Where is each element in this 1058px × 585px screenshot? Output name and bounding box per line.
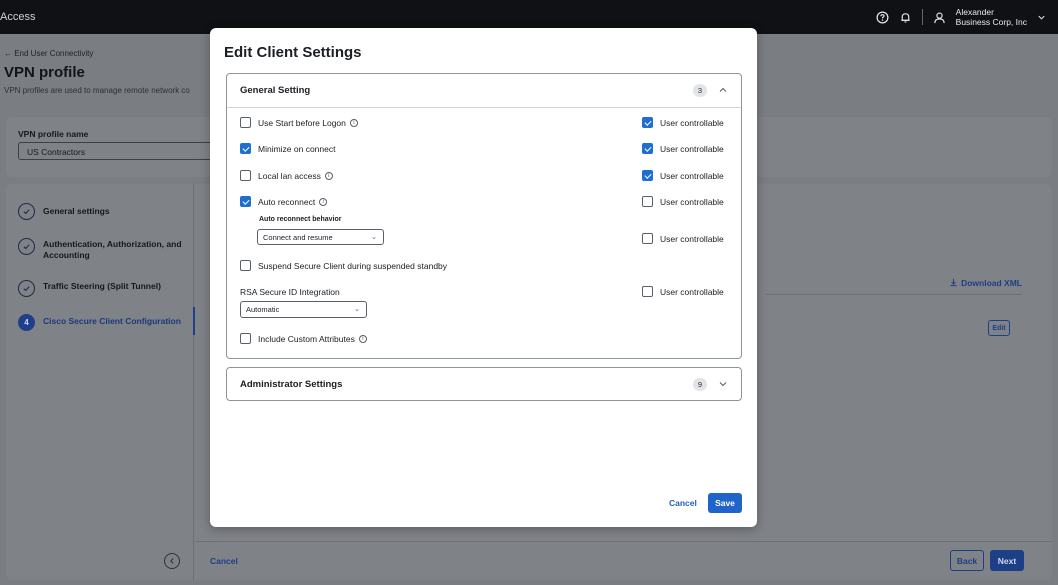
chevron-down-icon: ⌄	[371, 234, 377, 241]
panel-title: Administrator Settings	[240, 379, 343, 390]
checkbox[interactable]	[642, 233, 653, 244]
user-menu[interactable]: Alexander Business Corp, Inc	[956, 7, 1027, 27]
step-general-settings[interactable]: General settings	[18, 203, 190, 220]
wizard-steps: General settings Authentication, Authori…	[6, 184, 194, 580]
checkbox[interactable]	[642, 117, 653, 128]
user-controllable-auto-reconnect[interactable]: User controllable	[642, 196, 724, 207]
checkbox[interactable]	[642, 143, 653, 154]
check-circle-icon	[18, 238, 35, 255]
option-local-lan-access[interactable]: Local lan access i	[240, 170, 333, 181]
next-button[interactable]: Next	[990, 550, 1024, 571]
page-description: VPN profiles are used to manage remote n…	[4, 86, 190, 95]
auto-reconnect-behavior-select[interactable]: Connect and resume ⌄	[257, 229, 384, 245]
administrator-settings-panel[interactable]: Administrator Settings 9	[226, 367, 742, 401]
step-traffic-steering[interactable]: Traffic Steering (Split Tunnel)	[18, 280, 190, 297]
checkbox[interactable]	[642, 286, 653, 297]
app-title: Access	[0, 11, 36, 23]
user-controllable-reconnect-behavior[interactable]: User controllable	[642, 233, 724, 244]
edit-button[interactable]: Edit	[988, 320, 1010, 336]
user-controllable-minimize[interactable]: User controllable	[642, 143, 724, 154]
breadcrumb[interactable]: ← End User Connectivity	[4, 49, 93, 58]
page-title: VPN profile	[4, 64, 85, 81]
general-setting-header[interactable]: General Setting 3	[227, 74, 741, 107]
step-label: Authentication, Authorization, and Accou…	[43, 239, 182, 260]
checkbox[interactable]	[240, 117, 251, 128]
check-circle-icon	[18, 203, 35, 220]
user-name: Alexander	[955, 7, 994, 17]
checkbox[interactable]	[642, 170, 653, 181]
divider	[227, 107, 741, 108]
chevron-down-icon[interactable]	[1037, 13, 1046, 22]
top-bar-actions: Alexander Business Corp, Inc	[876, 0, 1046, 34]
step-number: 4	[18, 314, 35, 331]
step-label: Cisco Secure Client Configuration	[43, 316, 181, 326]
download-xml-link[interactable]: Download XML	[949, 278, 1022, 288]
info-icon[interactable]: i	[349, 118, 358, 127]
profile-name-label: VPN profile name	[18, 129, 89, 139]
option-include-custom-attributes[interactable]: Include Custom Attributes i	[240, 333, 367, 344]
modal-cancel-button[interactable]: Cancel	[669, 498, 697, 508]
count-badge: 9	[693, 378, 707, 391]
option-start-before-logon[interactable]: Use Start before Logon i	[240, 117, 358, 128]
active-step-indicator	[193, 307, 195, 335]
profile-name-input[interactable]: US Contractors	[18, 142, 218, 160]
checkbox[interactable]	[240, 170, 251, 181]
option-minimize-on-connect[interactable]: Minimize on connect	[240, 143, 335, 154]
footer-cancel-button[interactable]: Cancel	[210, 556, 238, 566]
chevron-down-icon: ⌄	[354, 306, 360, 313]
administrator-settings-header[interactable]: Administrator Settings 9	[227, 368, 741, 401]
rsa-label: RSA Secure ID Integration	[240, 287, 340, 297]
user-icon[interactable]	[933, 11, 946, 24]
modal-save-button[interactable]: Save	[708, 493, 742, 513]
modal-title: Edit Client Settings	[224, 44, 362, 61]
user-controllable-local-lan[interactable]: User controllable	[642, 170, 724, 181]
collapse-sidebar-button[interactable]	[164, 553, 180, 569]
chevron-left-icon	[170, 558, 174, 564]
panel-title: General Setting	[240, 85, 311, 96]
divider	[766, 294, 1022, 295]
user-controllable-start-before-logon[interactable]: User controllable	[642, 117, 724, 128]
user-org: Business Corp, Inc	[955, 17, 1027, 27]
divider	[921, 9, 923, 25]
download-icon	[950, 278, 957, 287]
info-icon[interactable]: i	[324, 171, 333, 180]
option-auto-reconnect[interactable]: Auto reconnect i	[240, 196, 328, 207]
help-icon[interactable]	[876, 11, 889, 24]
user-controllable-rsa[interactable]: User controllable	[642, 286, 724, 297]
step-aaa[interactable]: Authentication, Authorization, and Accou…	[18, 238, 190, 261]
bell-icon[interactable]	[899, 11, 912, 24]
step-label: General settings	[43, 206, 110, 216]
wizard-footer: Cancel Back Next	[196, 541, 1058, 585]
checkbox[interactable]	[240, 196, 251, 207]
step-label: Traffic Steering (Split Tunnel)	[43, 281, 161, 291]
info-icon[interactable]: i	[358, 334, 367, 343]
checkbox[interactable]	[240, 333, 251, 344]
checkbox[interactable]	[642, 196, 653, 207]
general-setting-panel: General Setting 3 Use Start before Logon…	[226, 73, 742, 359]
step-secure-client-config[interactable]: 4 Cisco Secure Client Configuration	[18, 314, 190, 331]
check-circle-icon	[18, 280, 35, 297]
checkbox[interactable]	[240, 260, 251, 271]
count-badge: 3	[693, 84, 707, 97]
chevron-up-icon[interactable]	[717, 84, 729, 96]
chevron-down-icon[interactable]	[717, 378, 729, 390]
rsa-select[interactable]: Automatic ⌄	[240, 301, 367, 318]
info-icon[interactable]: i	[319, 197, 328, 206]
option-suspend-secure-client[interactable]: Suspend Secure Client during suspended s…	[240, 260, 447, 271]
auto-reconnect-behavior-label: Auto reconnect behavior	[259, 216, 342, 223]
edit-client-settings-modal: Edit Client Settings General Setting 3 U…	[210, 28, 757, 527]
back-button[interactable]: Back	[950, 550, 984, 571]
checkbox[interactable]	[240, 143, 251, 154]
